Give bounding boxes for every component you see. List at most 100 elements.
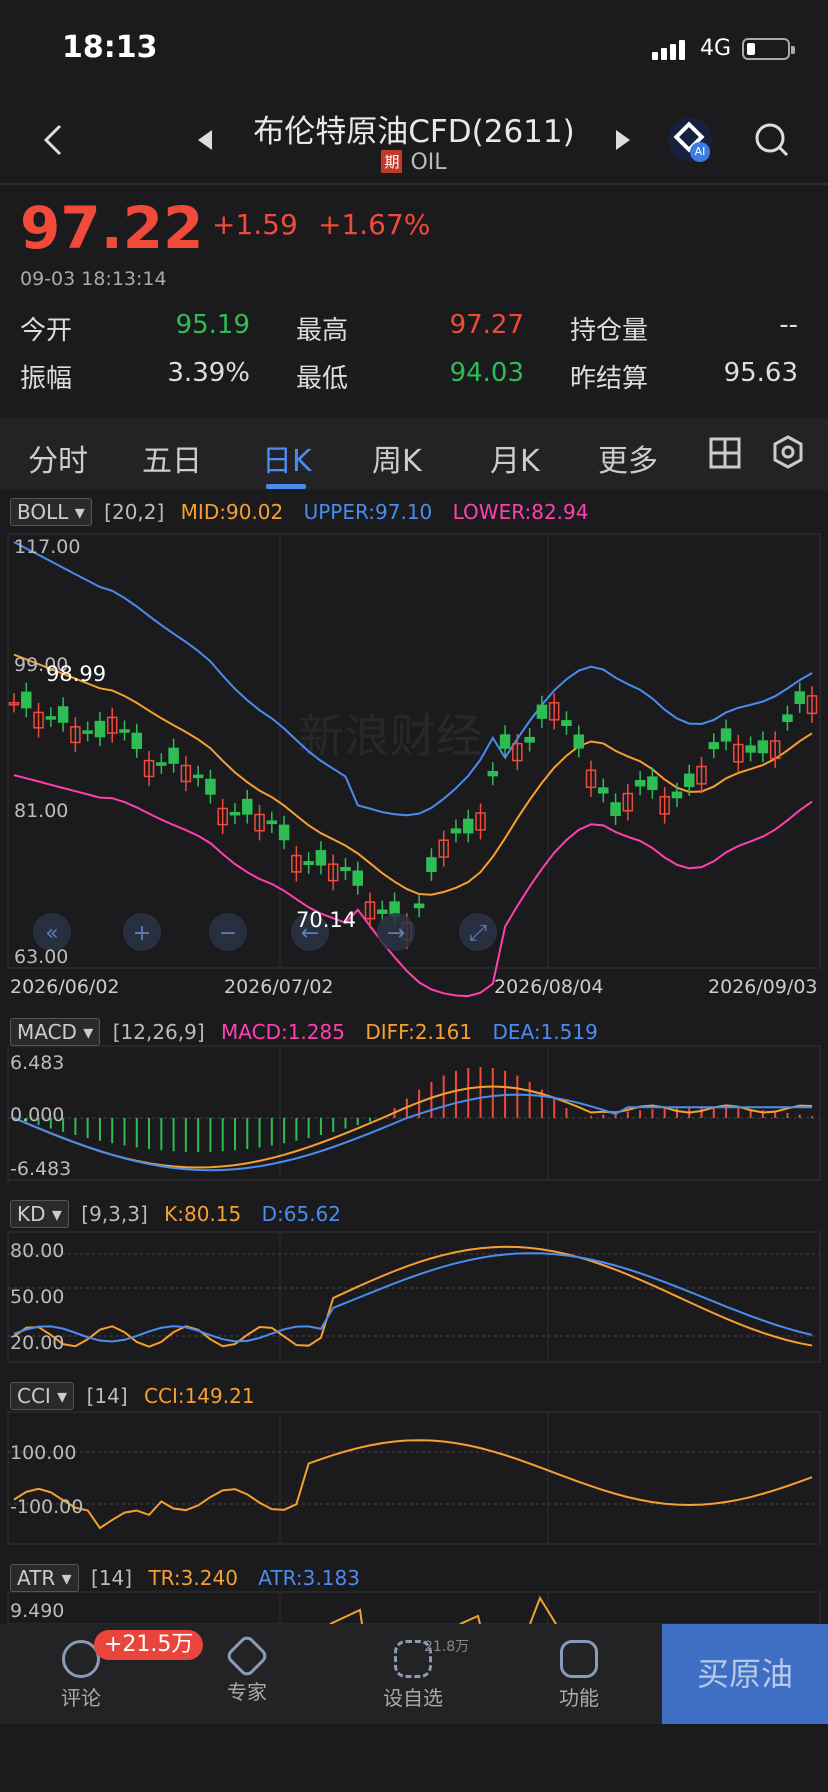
network-label: 4G xyxy=(700,36,732,61)
candle-body xyxy=(782,714,793,723)
tr-value: TR:3.240 xyxy=(148,1566,238,1590)
candle-body xyxy=(610,802,621,817)
candle-body xyxy=(487,770,499,777)
candle-body xyxy=(315,850,327,866)
buy-oil-button[interactable]: 买原油 xyxy=(662,1624,828,1724)
candle-body xyxy=(266,820,278,825)
last-price: 97.22 xyxy=(20,194,204,262)
candle-body xyxy=(683,773,695,787)
stat-label: 今开 xyxy=(20,316,73,346)
chart-control-icon: → xyxy=(387,921,405,946)
candle-body xyxy=(377,909,388,914)
macd-y-label: -6.483 xyxy=(10,1158,72,1180)
kd-d-line xyxy=(13,1252,813,1343)
price-change: +1.59 xyxy=(212,208,298,241)
tab-daily-k[interactable]: 日K xyxy=(262,436,312,480)
candle-body xyxy=(426,857,437,873)
date-label: 2026/08/04 xyxy=(494,976,604,998)
candle-body xyxy=(82,730,93,734)
settings-icon[interactable] xyxy=(770,434,806,470)
kd-k-line xyxy=(13,1245,813,1348)
boll-y-label: 63.00 xyxy=(14,946,69,968)
nav-header: 布伦特原油CFD(2611) 期 OIL AI xyxy=(0,100,828,184)
macd-selector[interactable]: MACD ▾ xyxy=(10,1018,101,1046)
boll-lower: LOWER:82.94 xyxy=(452,500,589,524)
symbol-label: OIL xyxy=(410,150,447,175)
tab-five-day[interactable]: 五日 xyxy=(142,436,202,480)
boll-mid: MID:90.02 xyxy=(180,500,284,524)
candle-body xyxy=(524,736,535,743)
kd-y-label: 80.00 xyxy=(10,1240,65,1262)
layout-grid-icon[interactable] xyxy=(708,436,742,470)
stat-label: 昨结算 xyxy=(570,364,649,394)
candle-body xyxy=(168,747,179,764)
candle-body xyxy=(205,778,216,795)
ai-badge: AI xyxy=(690,142,710,162)
comment-count-badge: +21.5万 xyxy=(94,1630,204,1660)
futures-tag: 期 xyxy=(381,150,403,173)
ai-assistant-icon[interactable]: AI xyxy=(668,118,712,162)
k-value: K:80.15 xyxy=(164,1202,242,1226)
boll-upper: UPPER:97.10 xyxy=(303,500,433,524)
low-marker: 70.14 xyxy=(296,908,357,932)
candle-body xyxy=(745,745,756,753)
home-indicator-area xyxy=(0,1724,828,1792)
candle-body xyxy=(536,704,548,719)
next-instrument-icon[interactable] xyxy=(614,128,632,152)
chart-control-icon: ⤢ xyxy=(469,921,487,946)
cci-selector[interactable]: CCI ▾ xyxy=(10,1382,75,1410)
candle-body xyxy=(340,866,351,872)
expert-button[interactable]: 专家 xyxy=(192,1624,302,1705)
stat-value: 94.03 xyxy=(449,358,524,388)
bottom-bar: 评论 +21.5万 专家 设自选 21.8万 功能 买原油 xyxy=(0,1624,828,1724)
atr-value: ATR:3.183 xyxy=(258,1566,360,1590)
candle-body xyxy=(303,861,314,865)
candle-body xyxy=(794,691,805,705)
date-label: 2026/09/03 xyxy=(708,976,818,998)
watermark: 新浪财经 xyxy=(298,709,482,763)
atr-selector[interactable]: ATR ▾ xyxy=(10,1564,79,1592)
tab-weekly-k[interactable]: 周K xyxy=(372,436,422,480)
candle-body xyxy=(671,791,683,799)
cci-value: CCI:149.21 xyxy=(144,1384,255,1408)
candle-body xyxy=(462,818,474,834)
candle-body xyxy=(708,742,720,750)
chart-panel-frame xyxy=(7,1411,821,1545)
macd-value: MACD:1.285 xyxy=(221,1020,345,1044)
cci-params: [14] xyxy=(86,1384,128,1408)
kd-legend: KD ▾ [9,3,3] K:80.15 D:65.62 xyxy=(10,1200,341,1228)
candle-body xyxy=(57,706,69,723)
boll-lower-line xyxy=(13,774,813,998)
divider xyxy=(0,183,828,185)
candle-body xyxy=(561,720,572,727)
stat-label: 最高 xyxy=(296,316,349,346)
kline-chart[interactable]: «+ − ← → ⤢ xyxy=(0,528,828,1624)
kd-y-label: 50.00 xyxy=(10,1286,65,1308)
candle-body xyxy=(119,729,130,733)
dea-value: DEA:1.519 xyxy=(492,1020,598,1044)
tab-monthly-k[interactable]: 月K xyxy=(490,436,540,480)
atr-legend: ATR ▾ [14] TR:3.240 ATR:3.183 xyxy=(10,1564,360,1592)
search-icon[interactable] xyxy=(752,120,792,160)
boll-selector[interactable]: BOLL ▾ xyxy=(10,498,92,526)
kd-selector[interactable]: KD ▾ xyxy=(10,1200,69,1228)
candle-body xyxy=(94,720,106,738)
date-label: 2026/07/02 xyxy=(224,976,334,998)
candle-body xyxy=(45,716,57,720)
signal-icon xyxy=(652,38,685,60)
candle-body xyxy=(352,870,364,886)
candle-body xyxy=(720,728,732,742)
diff-value: DIFF:2.161 xyxy=(365,1020,473,1044)
features-button[interactable]: 功能 xyxy=(524,1624,634,1711)
stat-label: 最低 xyxy=(296,364,349,394)
watchlist-count: 21.8万 xyxy=(424,1639,470,1655)
chart-panel-frame xyxy=(7,1231,821,1363)
candle-body xyxy=(21,691,32,709)
macd-y-label: 0.000 xyxy=(10,1104,65,1126)
stat-value: 3.39% xyxy=(167,358,250,388)
tab-more[interactable]: 更多 xyxy=(598,436,658,480)
kd-y-label: 20.00 xyxy=(10,1332,65,1354)
tab-intraday[interactable]: 分时 xyxy=(28,436,88,480)
kd-params: [9,3,3] xyxy=(81,1202,148,1226)
macd-params: [12,26,9] xyxy=(112,1020,205,1044)
